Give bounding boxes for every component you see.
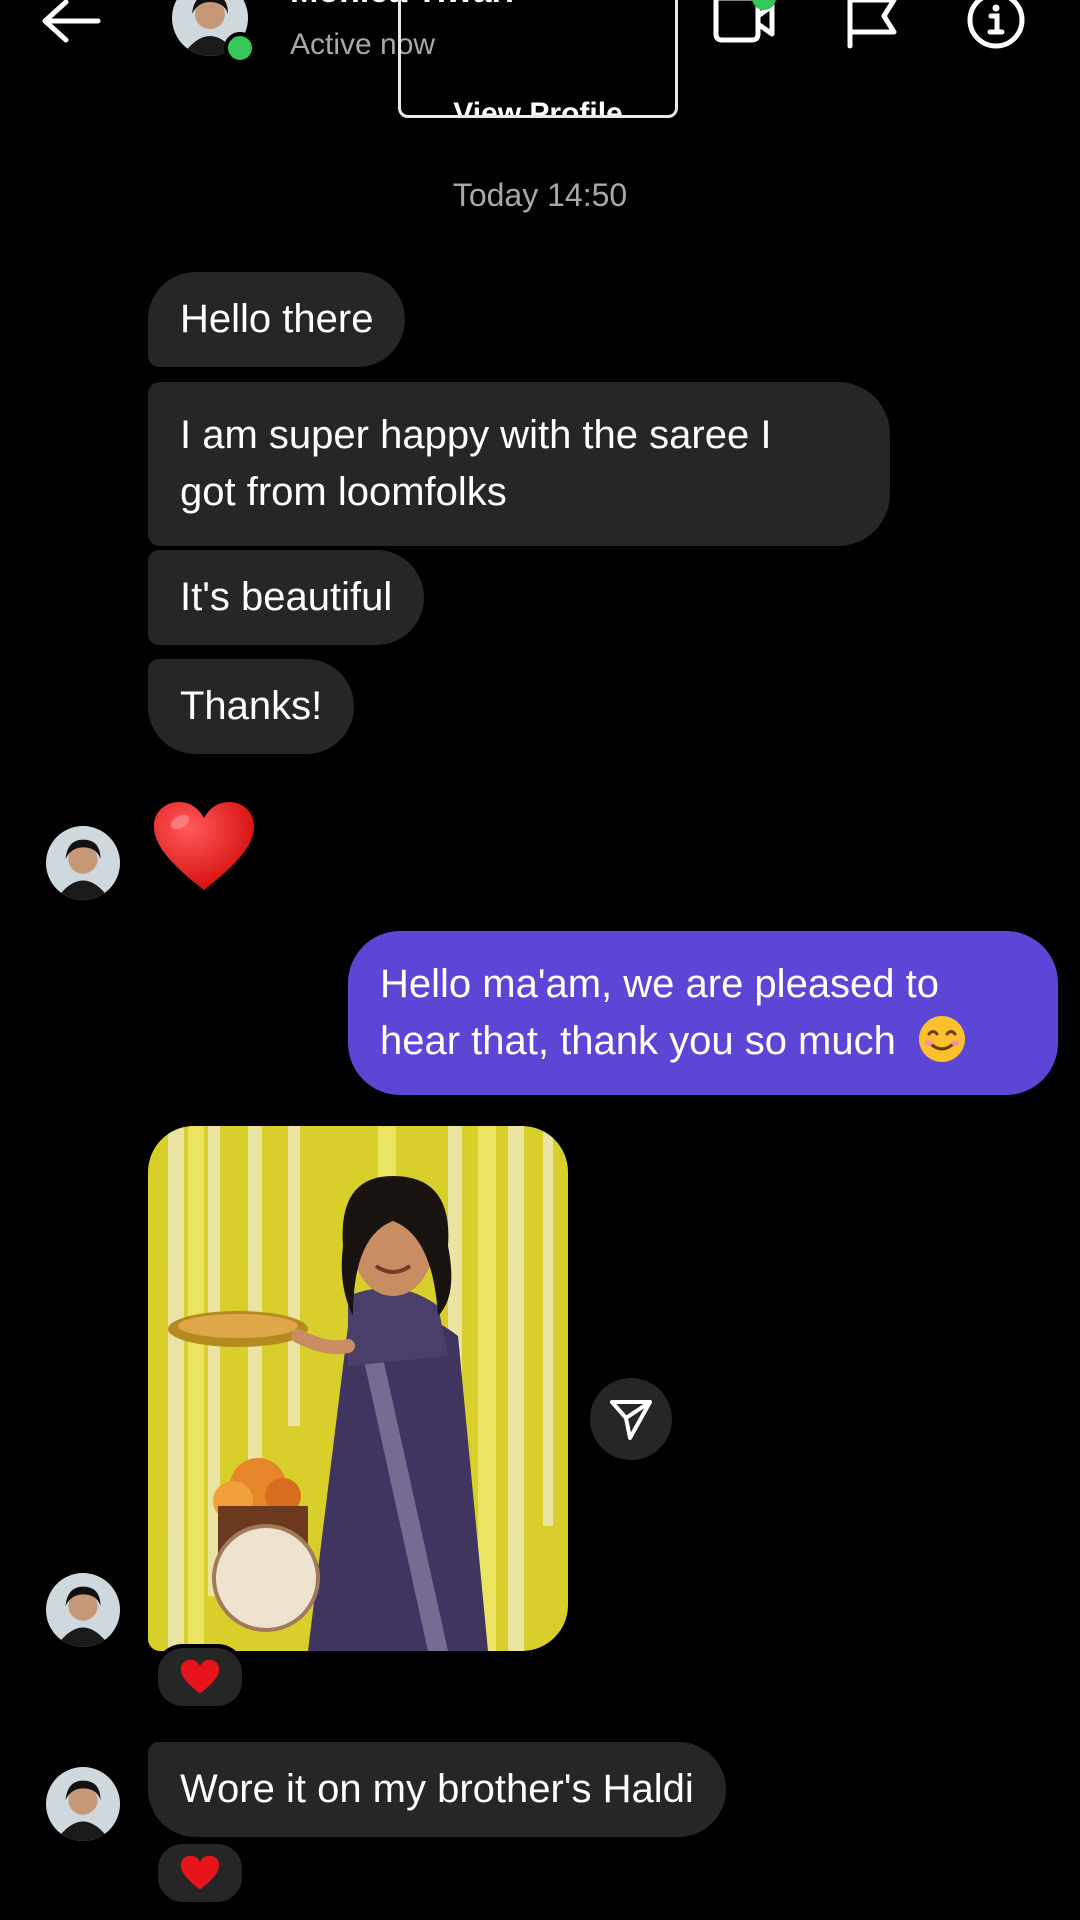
photo-message[interactable] (148, 1126, 568, 1651)
sender-avatar[interactable] (46, 1573, 120, 1647)
online-indicator (224, 32, 256, 64)
message-text-line: hear that, thank you so much (380, 1019, 896, 1063)
sender-avatar[interactable] (46, 1767, 120, 1841)
heart-emoji-icon (154, 802, 254, 890)
share-button[interactable] (590, 1378, 672, 1460)
message-text: Thanks! (180, 684, 323, 728)
heart-icon (180, 1855, 220, 1890)
smiling-face-emoji-icon (918, 1016, 965, 1062)
outgoing-message[interactable]: Hello ma'am, we are pleased to hear that… (348, 931, 1058, 1095)
sender-avatar[interactable] (46, 826, 120, 900)
message-text-line: got from loomfolks (180, 470, 507, 514)
info-button[interactable] (964, 0, 1028, 52)
back-button[interactable] (36, 0, 106, 46)
message-text-line: I am super happy with the saree I (180, 413, 772, 457)
heart-reaction[interactable] (154, 1644, 246, 1710)
saree-photo (148, 1126, 568, 1651)
report-button[interactable] (842, 0, 906, 52)
incoming-message[interactable]: I am super happy with the saree I got fr… (148, 382, 890, 546)
view-profile-button[interactable]: View Profile (398, 0, 678, 118)
heart-message[interactable] (152, 800, 256, 894)
view-profile-label: View Profile (453, 97, 623, 118)
info-icon (967, 0, 1025, 49)
incoming-message[interactable]: Thanks! (148, 659, 355, 754)
message-text-line: Hello ma'am, we are pleased to (380, 962, 940, 1006)
arrow-left-icon (42, 0, 101, 43)
paper-plane-icon (610, 1400, 652, 1440)
chat-timestamp: Today 14:50 (452, 177, 628, 213)
flag-icon (847, 0, 897, 49)
incoming-message[interactable]: Wore it on my brother's Haldi (148, 1742, 726, 1837)
message-text: Hello there (180, 297, 374, 341)
incoming-message[interactable]: It's beautiful (148, 550, 425, 645)
message-text: It's beautiful (180, 575, 393, 619)
heart-reaction[interactable] (154, 1840, 246, 1906)
message-text: Wore it on my brother's Haldi (180, 1767, 694, 1811)
heart-icon (180, 1659, 220, 1694)
incoming-message[interactable]: Hello there (148, 272, 406, 367)
